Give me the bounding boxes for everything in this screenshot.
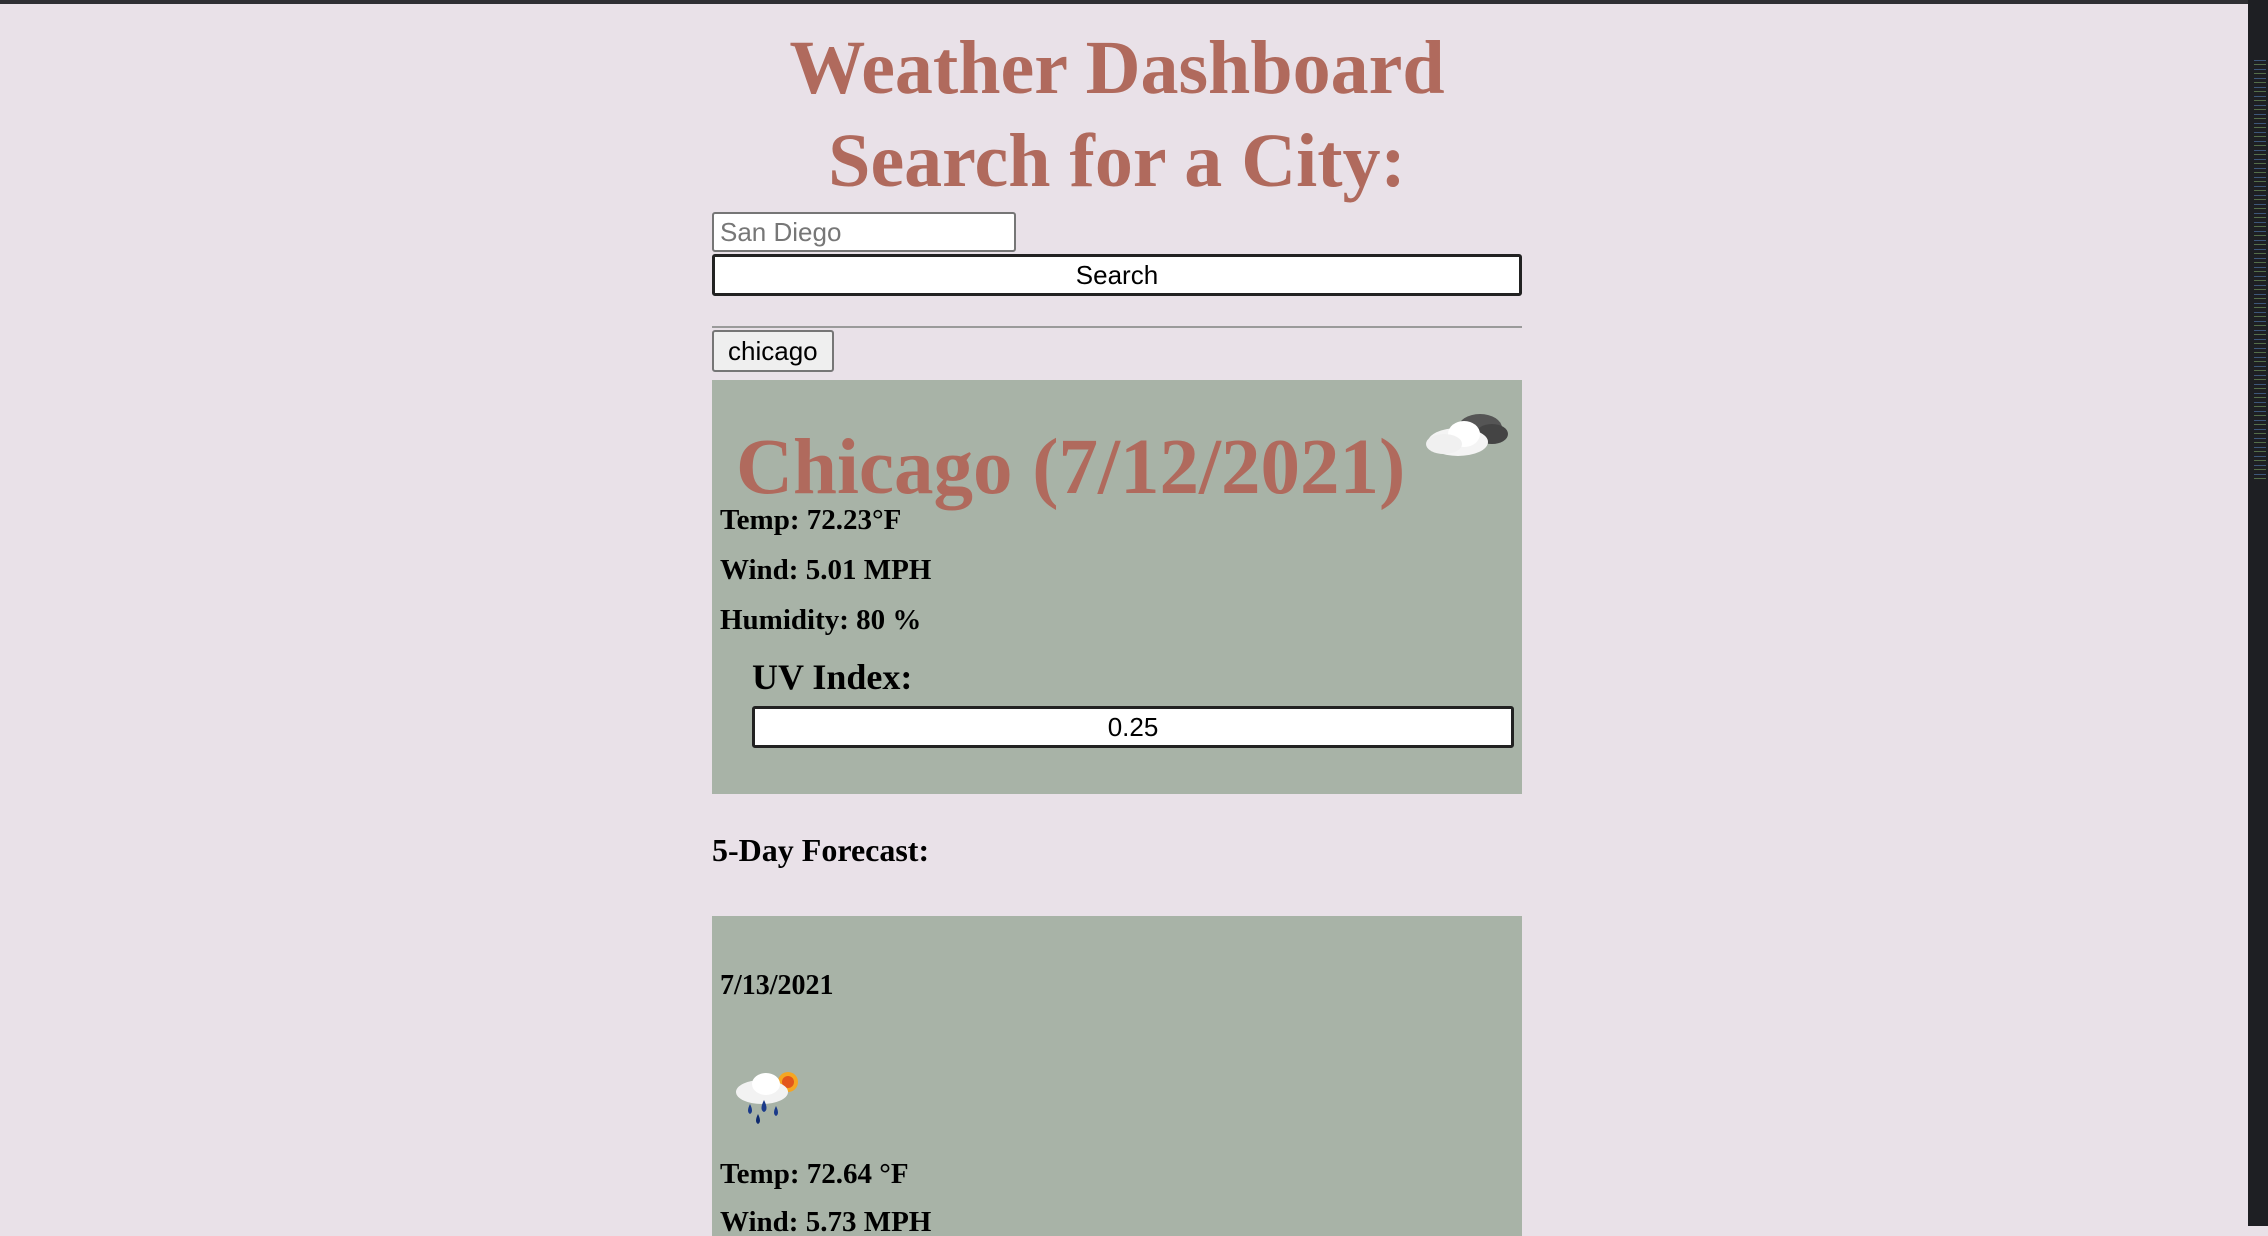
current-temp: Temp: 72.23°F: [720, 504, 902, 536]
current-city-heading: Chicago (7/12/2021): [736, 424, 1406, 511]
forecast-day-card: 7/13/2021 Temp: 72.64 °F Wind: 5.73 MPH: [712, 916, 1522, 1236]
forecast-date: 7/13/2021: [720, 970, 834, 1001]
rain-sun-icon: [736, 1072, 798, 1124]
current-wind: Wind: 5.01 MPH: [720, 554, 932, 586]
forecast-temp: Temp: 72.64 °F: [720, 1158, 909, 1190]
city-search-input[interactable]: [712, 212, 1016, 252]
page-title: Weather Dashboard Search for a City:: [712, 0, 1522, 208]
title-line-2: Search for a City:: [828, 119, 1406, 203]
history-button-chicago[interactable]: chicago: [712, 330, 834, 372]
title-line-1: Weather Dashboard: [789, 26, 1445, 110]
current-humidity: Humidity: 80 %: [720, 604, 922, 636]
minimap-code-lines: [2254, 60, 2266, 480]
cloudy-icon: [1426, 414, 1508, 456]
uv-index-value: 0.25: [752, 706, 1514, 748]
current-weather-card: Chicago (7/12/2021) Temp: 72.23°F Wind: …: [712, 380, 1522, 794]
search-divider: [712, 326, 1522, 328]
search-button[interactable]: Search: [712, 254, 1522, 296]
forecast-wind: Wind: 5.73 MPH: [720, 1206, 932, 1236]
forecast-heading: 5-Day Forecast:: [712, 832, 930, 868]
uv-index-label: UV Index:: [752, 657, 913, 697]
editor-minimap-strip: [2248, 0, 2268, 1226]
dashboard-container: Weather Dashboard Search for a City: Sea…: [712, 0, 1522, 1236]
